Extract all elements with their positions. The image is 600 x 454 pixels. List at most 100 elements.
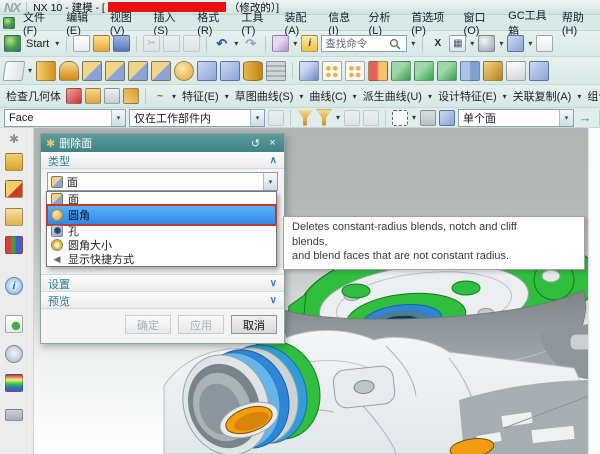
draft-icon[interactable]	[299, 61, 319, 81]
undo-caret[interactable]: ▾	[234, 39, 238, 48]
pocket-icon[interactable]	[128, 61, 148, 81]
copy-icon[interactable]	[163, 35, 180, 52]
snapshot-icon[interactable]	[536, 35, 553, 52]
through-curves-icon[interactable]	[460, 61, 480, 81]
type-combo-caret[interactable]: ▾	[263, 173, 277, 190]
menu-item-0[interactable]: 文件(F)	[17, 9, 57, 37]
menu-item-1[interactable]: 编辑(E)	[60, 9, 101, 37]
save-icon[interactable]	[113, 35, 130, 52]
sidebar-gear-icon[interactable]: ✱	[5, 130, 23, 148]
edge-blend-icon[interactable]	[174, 61, 194, 81]
cut-icon[interactable]: ✂	[143, 35, 160, 52]
new-file-icon[interactable]	[73, 35, 90, 52]
snap-point-icon[interactable]	[297, 110, 313, 126]
selection-rule-combo[interactable]: 单个面 ▾	[458, 109, 574, 127]
wcs-orientation-icon[interactable]: X	[429, 35, 446, 52]
boss-icon[interactable]	[105, 61, 125, 81]
chevron-up-icon[interactable]: ∧	[270, 155, 277, 166]
snap-point-caret[interactable]: ▾	[336, 113, 340, 122]
group-curve-caret[interactable]: ▾	[353, 92, 357, 101]
chamfer-icon[interactable]	[197, 61, 217, 81]
group-assoc-copy[interactable]: 关联复制(A)	[513, 88, 572, 104]
chevron-down-icon[interactable]: ∨	[270, 295, 277, 306]
sheet-icon[interactable]	[506, 61, 526, 81]
display-mode-caret[interactable]: ▾	[293, 39, 297, 48]
filter-off-icon[interactable]	[268, 110, 284, 126]
render-style-caret[interactable]: ▾	[499, 39, 503, 48]
open-file-icon[interactable]	[93, 35, 110, 52]
measure-bodies-icon[interactable]	[85, 88, 101, 104]
menu-app-icon[interactable]	[3, 17, 15, 29]
command-finder-caret[interactable]: ▾	[411, 39, 415, 48]
datum-icon[interactable]	[266, 61, 286, 81]
shaded-cube-icon[interactable]	[439, 110, 455, 126]
pad-icon[interactable]	[151, 61, 171, 81]
apply-button[interactable]: 应用	[178, 315, 224, 334]
marquee-select-caret[interactable]: ▾	[412, 113, 416, 122]
measure-angle-icon[interactable]	[123, 88, 139, 104]
reuse-library-icon[interactable]	[5, 236, 23, 254]
group-design-feature-caret[interactable]: ▾	[503, 92, 507, 101]
window-layout-icon[interactable]: ▦	[449, 35, 466, 52]
preview-section-header[interactable]: 预览 ∨	[41, 292, 284, 309]
group-assoc-copy-caret[interactable]: ▾	[577, 92, 581, 101]
selection-scope-caret[interactable]: ▾	[250, 110, 264, 126]
dialog-header[interactable]: ✱ 删除面 ↺ ×	[41, 134, 284, 152]
menu-item-4[interactable]: 格式(R)	[191, 9, 232, 37]
menu-item-11[interactable]: GC工具箱	[502, 7, 553, 39]
type-filter-caret[interactable]: ▾	[111, 110, 125, 126]
dropdown-item-0[interactable]: 面	[47, 192, 276, 206]
constraint-navigator-icon[interactable]	[5, 180, 23, 198]
paste-icon[interactable]	[183, 35, 200, 52]
window-layout-caret[interactable]: ▾	[470, 39, 474, 48]
snap-mid-icon[interactable]	[363, 110, 379, 126]
chevron-down-icon[interactable]: ∨	[270, 278, 277, 289]
group-derived-curve-caret[interactable]: ▾	[428, 92, 432, 101]
ok-button[interactable]: 确定	[125, 315, 171, 334]
menu-item-10[interactable]: 窗口(O)	[458, 9, 500, 37]
dialog-close-icon[interactable]: ×	[266, 137, 279, 149]
examine-geometry-icon[interactable]	[66, 88, 82, 104]
intersect-icon[interactable]	[437, 61, 457, 81]
undo-icon[interactable]: ↶	[213, 35, 230, 52]
dropdown-item-3[interactable]: 圆角大小	[47, 238, 276, 252]
menu-item-6[interactable]: 装配(A)	[279, 9, 320, 37]
unite-icon[interactable]	[391, 61, 411, 81]
selection-scope-combo[interactable]: 仅在工作部件内 ▾	[129, 109, 265, 127]
view-orient-caret[interactable]: ▾	[528, 39, 532, 48]
group-design-feature[interactable]: 设计特征(E)	[438, 88, 497, 104]
menu-item-7[interactable]: 信息(I)	[322, 9, 359, 37]
pattern-geometry-icon[interactable]	[345, 61, 365, 81]
part-navigator-icon[interactable]	[5, 208, 23, 226]
menu-item-3[interactable]: 插入(S)	[148, 9, 189, 37]
menu-item-5[interactable]: 工具(T)	[235, 9, 275, 37]
menu-item-2[interactable]: 视图(V)	[104, 9, 145, 37]
type-filter-combo[interactable]: Face ▾	[4, 109, 126, 127]
group-feature-caret[interactable]: ▾	[225, 92, 229, 101]
dropdown-item-1[interactable]: 圆角	[47, 206, 276, 224]
highlight-icon[interactable]	[420, 110, 436, 126]
sketch-icon[interactable]	[3, 61, 26, 81]
curve-group-caret[interactable]: ▾	[172, 92, 176, 101]
dropdown-item-4[interactable]: ◀显示快捷方式	[47, 252, 276, 266]
revolve-icon[interactable]	[59, 61, 79, 81]
dialog-reset-icon[interactable]: ↺	[249, 137, 262, 150]
assembly-navigator-icon[interactable]	[5, 153, 23, 171]
roles-icon[interactable]	[5, 409, 23, 421]
curve-icon[interactable]: ~	[152, 88, 168, 104]
hole-icon[interactable]	[82, 61, 102, 81]
display-mode-icon[interactable]	[272, 35, 289, 52]
mirror-feature-icon[interactable]	[368, 61, 388, 81]
extrude-icon[interactable]	[36, 61, 56, 81]
group-derived-curve[interactable]: 派生曲线(U)	[363, 88, 422, 104]
search-icon[interactable]	[388, 37, 402, 51]
materials-icon[interactable]	[5, 315, 23, 333]
examine-geometry-label[interactable]: 检查几何体	[6, 88, 61, 104]
start-menu-label[interactable]: Start	[26, 38, 49, 50]
help-info-icon[interactable]: i	[301, 35, 318, 52]
history-icon[interactable]	[5, 345, 23, 363]
view-orient-icon[interactable]	[507, 35, 524, 52]
command-finder-input[interactable]	[322, 38, 388, 50]
pattern-feature-icon[interactable]	[322, 61, 342, 81]
group-sketch-curve[interactable]: 草图曲线(S)	[235, 88, 294, 104]
